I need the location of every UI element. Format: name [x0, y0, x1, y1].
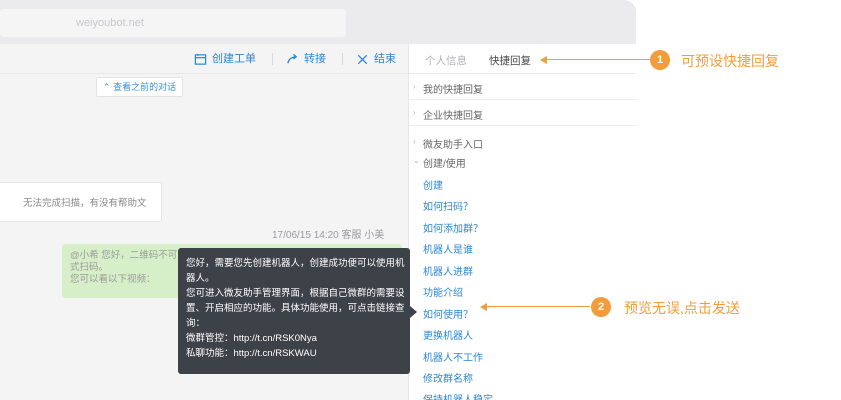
- message-meta: 17/06/15 14:20 客服 小美: [272, 230, 385, 241]
- close-icon: [357, 54, 368, 64]
- quick-reply-item[interactable]: 保持机器人稳定: [423, 391, 493, 400]
- preview-line: 器人。: [186, 273, 215, 284]
- customer-message: 无法完成扫描，有没有帮助文: [0, 182, 162, 222]
- callout-arrow-icon: [480, 303, 487, 311]
- callout-line: [546, 59, 650, 60]
- group-my-replies[interactable]: › 我的快捷回复: [409, 74, 637, 100]
- callout-arrow-icon: [540, 56, 547, 64]
- quick-reply-item[interactable]: 如何使用？: [423, 306, 473, 321]
- preview-line: 您好，需要您先创建机器人，创建成功便可以使用机: [186, 258, 405, 269]
- quick-reply-item[interactable]: 更换机器人: [423, 327, 473, 342]
- preview-line: 询：: [186, 318, 206, 329]
- callout-line: [486, 306, 590, 307]
- end-chat-button[interactable]: 结束: [356, 51, 396, 67]
- chat-toolbar: 创建工单 转接 结束: [0, 44, 408, 74]
- transfer-button[interactable]: 转接: [286, 51, 326, 67]
- chevron-up-icon: ⌃: [103, 82, 111, 92]
- quick-reply-item[interactable]: 如何扫码？: [423, 198, 473, 213]
- toolbar-divider: [342, 53, 343, 65]
- preview-line: 置、开启相应的功能。具体功能使用，可点击链接查: [186, 303, 405, 314]
- browser-top-bar: weiyoubot.net: [0, 0, 636, 44]
- url-bar[interactable]: weiyoubot.net: [0, 9, 346, 37]
- chevron-right-icon: ›: [413, 108, 416, 117]
- callout-number: 1: [650, 50, 670, 70]
- preview-link-line: 微群管控：http://t.cn/RSK0Nya: [186, 333, 317, 344]
- view-history-label: 查看之前的对话: [113, 82, 177, 92]
- callout-text: 可预设快捷回复: [681, 53, 779, 69]
- subgroup-label: 创建/使用: [423, 159, 466, 170]
- callout-number: 2: [591, 297, 611, 317]
- quick-reply-item[interactable]: 功能介绍: [423, 284, 463, 299]
- ticket-icon: [194, 53, 207, 65]
- quick-reply-item[interactable]: 修改群名称: [423, 370, 473, 385]
- group-label: 我的快捷回复: [423, 85, 483, 96]
- quick-reply-item[interactable]: 机器人进群: [423, 263, 473, 278]
- toolbar-divider: [272, 53, 273, 65]
- preview-link-line: 私聊功能：http://t.cn/RSKWAU: [186, 348, 317, 359]
- tab-personal-info[interactable]: 个人信息: [425, 53, 467, 68]
- tab-quick-reply[interactable]: 快捷回复: [489, 53, 531, 68]
- subgroup-label: 微友助手入口: [423, 140, 483, 151]
- end-chat-label: 结束: [374, 53, 396, 65]
- callout-text: 预览无误,点击发送: [624, 300, 740, 316]
- chevron-down-icon: ⌄: [413, 156, 420, 165]
- quick-reply-item[interactable]: 机器人不工作: [423, 349, 483, 364]
- create-ticket-label: 创建工单: [212, 53, 256, 65]
- transfer-arrow-icon: [287, 53, 298, 63]
- chevron-right-icon: ›: [413, 82, 416, 91]
- create-ticket-button[interactable]: 创建工单: [194, 51, 256, 67]
- view-history-button[interactable]: ⌃ 查看之前的对话: [96, 77, 184, 97]
- group-company-replies[interactable]: › 企业快捷回复: [409, 100, 637, 126]
- transfer-label: 转接: [304, 53, 326, 65]
- reply-preview-tooltip: 您好，需要您先创建机器人，创建成功便可以使用机 器人。 您可进入微友助手管理界面…: [178, 248, 417, 374]
- chevron-right-icon: ›: [413, 137, 416, 146]
- quick-reply-item[interactable]: 机器人是谁: [423, 241, 473, 256]
- quick-reply-item[interactable]: 如何添加群？: [423, 220, 483, 235]
- quick-reply-item[interactable]: 创建: [423, 177, 443, 192]
- side-panel: 个人信息 快捷回复 › 我的快捷回复 › 企业快捷回复 › 微友助手入口 ⌄ 创…: [408, 44, 637, 400]
- preview-line: 您可进入微友助手管理界面，根据自己微群的需要设: [186, 288, 405, 299]
- group-label: 企业快捷回复: [423, 111, 483, 122]
